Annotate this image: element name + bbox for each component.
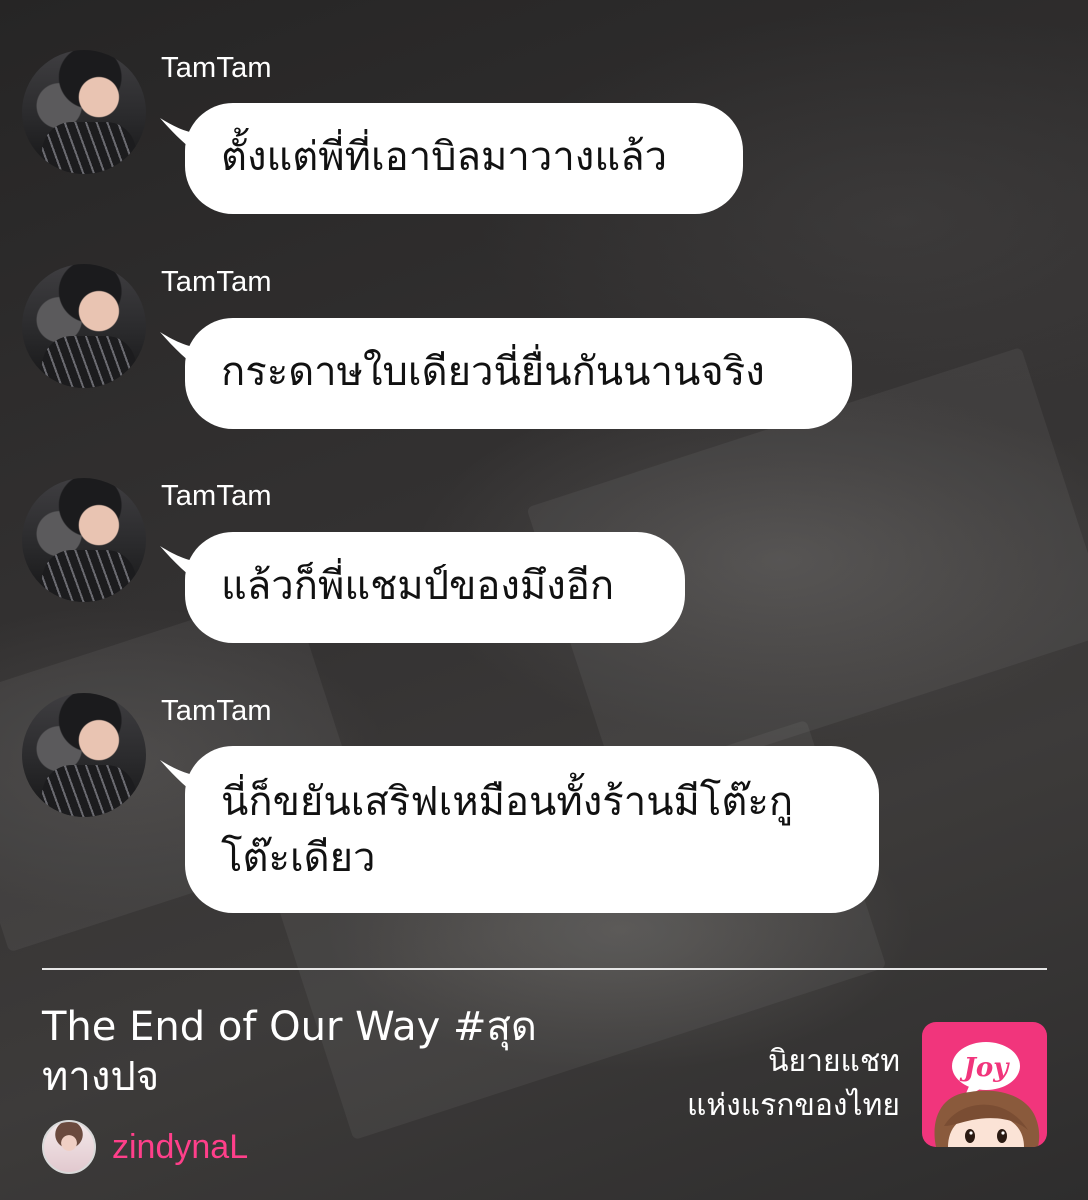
logo-text: Joy bbox=[959, 1053, 1011, 1083]
author-name: zindynaL bbox=[112, 1127, 249, 1166]
app-tagline: นิยายแชท แห่งแรกของไทย bbox=[687, 1040, 900, 1128]
tagline-line-1: นิยายแชท bbox=[768, 1044, 900, 1079]
message-text: นี่ก็ขยันเสริฟเหมือนทั้งร้านมีโต๊ะกู โต๊… bbox=[221, 779, 794, 881]
avatar[interactable] bbox=[22, 50, 146, 174]
story-title[interactable]: The End of Our Way #สุด ทางปจ bbox=[42, 1002, 602, 1102]
message-bubble[interactable]: กระดาษใบเดียวนี่ยื่นกันนานจริง bbox=[185, 318, 852, 429]
tagline-line-2: แห่งแรกของไทย bbox=[687, 1088, 900, 1123]
avatar[interactable] bbox=[22, 478, 146, 602]
message-bubble[interactable]: ตั้งแต่พี่ที่เอาบิลมาวางแล้ว bbox=[185, 103, 743, 214]
message-text: แล้วก็พี่แชมป์ของมึงอีก bbox=[221, 563, 615, 609]
avatar[interactable] bbox=[22, 264, 146, 388]
sender-name: TamTam bbox=[161, 52, 272, 84]
joy-mascot-icon: Joy bbox=[934, 1042, 1040, 1147]
message-bubble[interactable]: นี่ก็ขยันเสริฟเหมือนทั้งร้านมีโต๊ะกู โต๊… bbox=[185, 746, 879, 913]
divider bbox=[42, 968, 1047, 970]
avatar[interactable] bbox=[22, 693, 146, 817]
message-text: ตั้งแต่พี่ที่เอาบิลมาวางแล้ว bbox=[221, 134, 668, 180]
message-text: กระดาษใบเดียวนี่ยื่นกันนานจริง bbox=[221, 349, 765, 395]
joylada-logo[interactable]: Joy bbox=[922, 1022, 1047, 1147]
sender-name: TamTam bbox=[161, 695, 272, 727]
sender-name: TamTam bbox=[161, 266, 272, 298]
message-bubble[interactable]: แล้วก็พี่แชมป์ของมึงอีก bbox=[185, 532, 685, 643]
author-avatar bbox=[42, 1120, 96, 1174]
sender-name: TamTam bbox=[161, 480, 272, 512]
author[interactable]: zindynaL bbox=[42, 1120, 248, 1174]
